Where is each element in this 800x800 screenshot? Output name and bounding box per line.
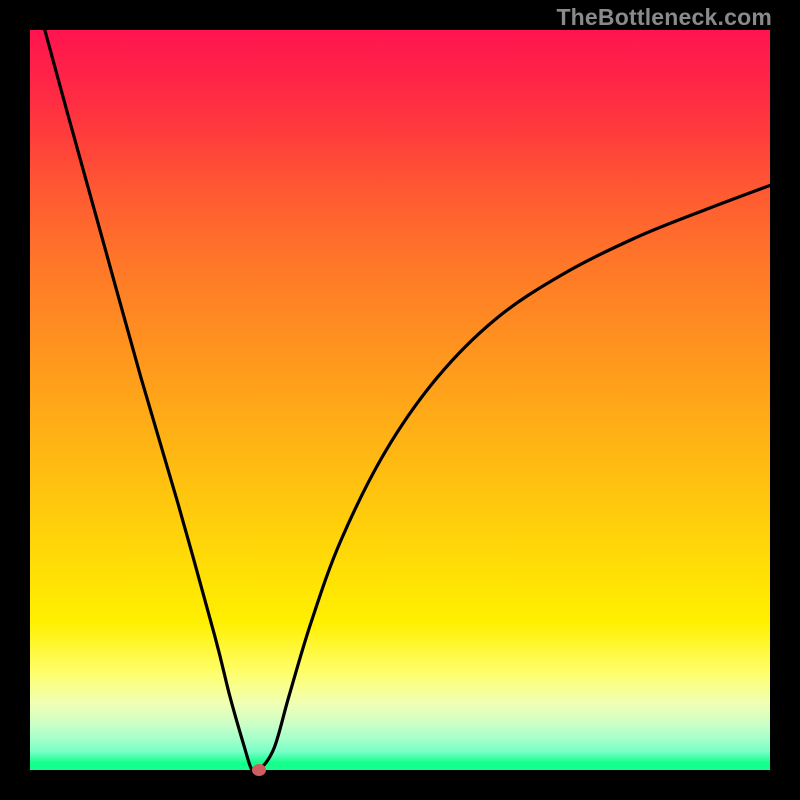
plot-area xyxy=(30,30,770,770)
bottleneck-curve-path xyxy=(45,30,770,770)
curve-svg xyxy=(30,30,770,770)
watermark-text: TheBottleneck.com xyxy=(556,4,772,31)
optimal-point-marker xyxy=(252,764,266,776)
chart-container: TheBottleneck.com xyxy=(0,0,800,800)
